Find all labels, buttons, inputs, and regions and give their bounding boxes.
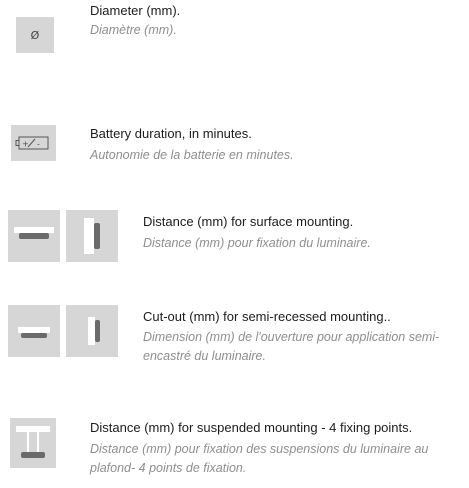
diameter-icon: Ø xyxy=(16,17,54,53)
legend-title: Battery duration, in minutes. xyxy=(90,126,252,141)
legend-subtitle: Diamètre (mm). xyxy=(90,23,177,37)
legend-subtitle: Distance (mm) pour fixation des suspensi… xyxy=(90,442,429,475)
legend-subtitle: Autonomie de la batterie en minutes. xyxy=(90,148,294,162)
legend-subtitle: Dimension (mm) de l'ouverture pour appli… xyxy=(143,330,440,363)
legend-title: Diameter (mm). xyxy=(90,3,181,18)
legend-title: Distance (mm) for suspended mounting - 4… xyxy=(90,420,413,435)
legend-title: Cut-out (mm) for semi-recessed mounting.… xyxy=(143,309,391,324)
svg-text:+: + xyxy=(22,140,29,149)
legend-title: Distance (mm) for surface mounting. xyxy=(143,214,354,229)
svg-text:-: - xyxy=(37,140,40,149)
battery-icon: + - xyxy=(11,125,56,161)
battery-glyph: + - xyxy=(15,136,49,150)
suspended-mounting-icon xyxy=(10,418,56,468)
legend-subtitle: Distance (mm) pour fixation du luminaire… xyxy=(143,236,371,250)
